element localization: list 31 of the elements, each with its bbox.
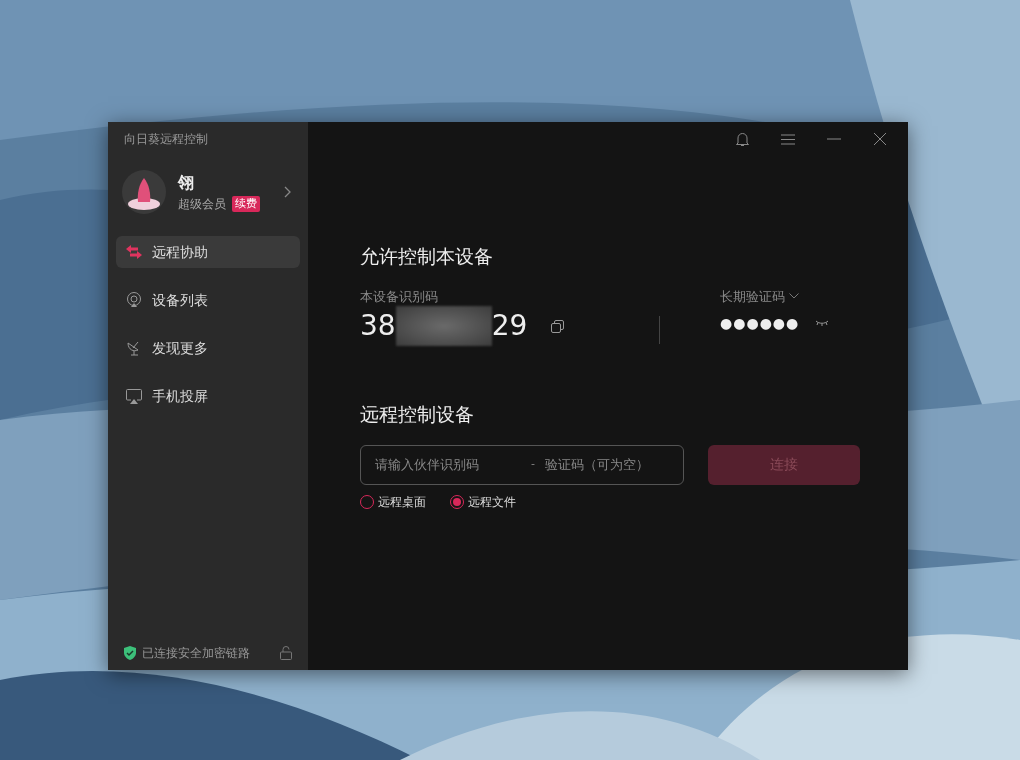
sidebar-item[interactable]: 发现更多 xyxy=(116,332,300,364)
verification-code-field[interactable]: 验证码（可为空） xyxy=(543,453,673,476)
membership-label: 超级会员 xyxy=(178,196,226,213)
partner-id-field[interactable]: 请输入伙伴识别码 xyxy=(373,453,523,476)
eye-closed-icon[interactable] xyxy=(815,320,830,326)
masked-code: ●●●●●● xyxy=(720,313,800,333)
separator-dash: - xyxy=(531,456,535,473)
connection-status: 已连接安全加密链路 xyxy=(142,645,251,662)
copy-icon[interactable] xyxy=(551,319,565,333)
section-heading: 允许控制本设备 xyxy=(360,244,494,269)
user-name: 翎 xyxy=(178,172,195,194)
chevron-right-icon[interactable] xyxy=(284,186,292,198)
chevron-down-icon[interactable] xyxy=(789,293,799,300)
sidebar-item[interactable]: 手机投屏 xyxy=(116,380,300,412)
radio-option[interactable]: 远程桌面 xyxy=(360,492,426,511)
radio-option[interactable]: 远程文件 xyxy=(450,492,516,511)
app-title: 向日葵远程控制 xyxy=(123,131,209,148)
device-id-end: 29 xyxy=(491,309,528,343)
shield-icon xyxy=(124,646,136,660)
avatar xyxy=(122,170,166,214)
section-heading: 远程控制设备 xyxy=(360,402,475,427)
sidebar-item[interactable]: 远程协助 xyxy=(116,236,300,268)
transfer-arrows-icon xyxy=(126,245,142,259)
device-icon xyxy=(126,292,142,308)
device-id-start: 38 xyxy=(360,309,396,343)
unlock-icon[interactable] xyxy=(280,646,292,660)
verification-code-label: 长期验证码 xyxy=(720,287,785,306)
renew-tag[interactable]: 续费 xyxy=(232,195,260,213)
device-id-label: 本设备识别码 xyxy=(360,287,439,306)
sidebar-item[interactable]: 设备列表 xyxy=(116,284,300,316)
screen-cast-icon xyxy=(126,388,142,404)
